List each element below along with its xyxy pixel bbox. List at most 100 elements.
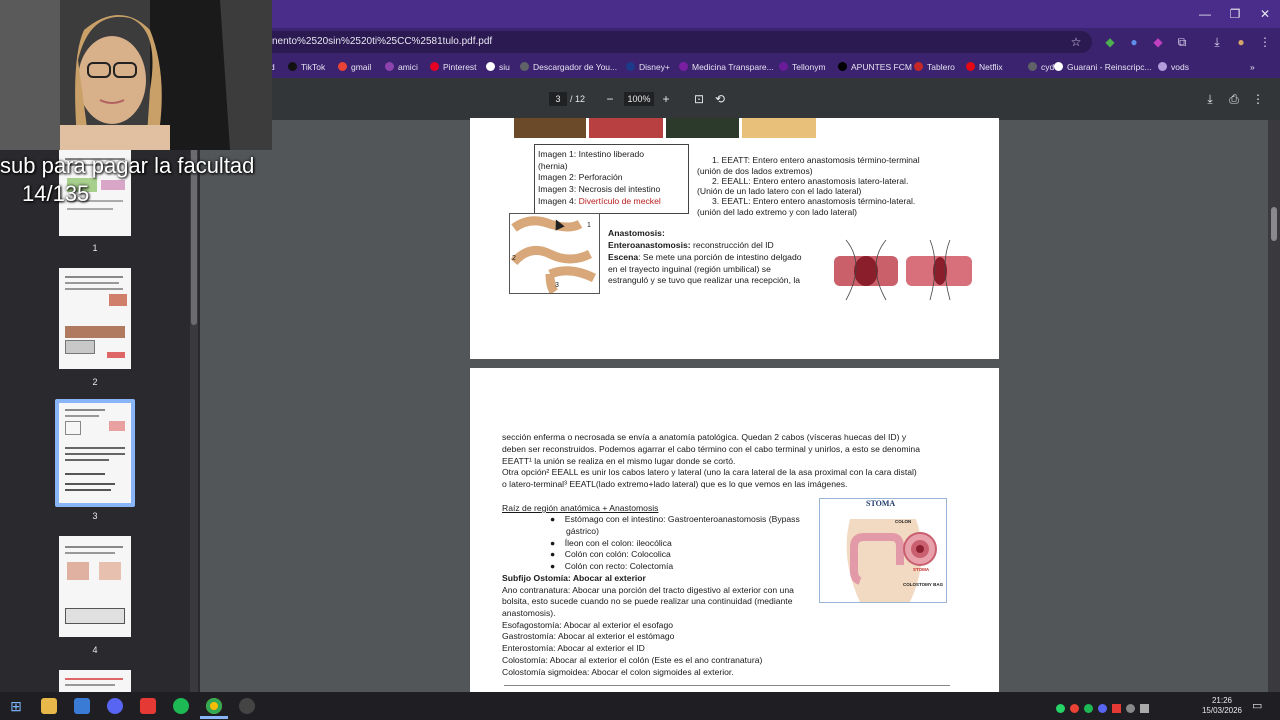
bookmark-item[interactable]: Medicina Transpare... — [679, 60, 774, 74]
store-icon[interactable] — [74, 698, 90, 714]
stoma-label: COLON — [895, 519, 912, 524]
text-line: Enteroanastomosis: reconstrucción del ID — [608, 240, 774, 250]
bookmark-item[interactable]: Netflix — [966, 60, 1003, 74]
zoom-out-button[interactable]: − — [602, 91, 618, 107]
bookmark-icon — [914, 62, 923, 71]
bookmark-item[interactable]: siu — [486, 60, 510, 74]
bookmark-label: Tellonym — [792, 62, 826, 72]
text-line: Colostomía: Abocar al exterior el colón … — [502, 655, 763, 665]
app-icon[interactable] — [107, 698, 123, 714]
active-indicator — [200, 716, 228, 719]
section-heading: Subfijo Ostomía: Abocar al exterior — [502, 573, 646, 583]
zoom-in-button[interactable]: + — [658, 91, 674, 107]
bookmark-label: amici — [398, 62, 418, 72]
print-icon[interactable]: ⎙ — [1226, 91, 1242, 107]
bookmark-label: siu — [499, 62, 510, 72]
zoom-input[interactable]: 100% — [624, 92, 654, 106]
close-button[interactable]: ✕ — [1250, 4, 1280, 24]
download-icon[interactable]: ⤓ — [1202, 91, 1218, 107]
thumbnail-number: 2 — [92, 377, 98, 387]
viewer-scroll-thumb[interactable] — [1271, 207, 1277, 241]
notification-icon[interactable]: ▭ — [1252, 699, 1262, 712]
figure-label: 1 — [587, 222, 591, 229]
bookmarks-overflow-icon[interactable]: » — [1250, 60, 1255, 74]
bookmark-icon — [1054, 62, 1063, 71]
app-icon[interactable] — [140, 698, 156, 714]
text-line: Gastrostomía: Abocar al exterior el estó… — [502, 631, 675, 641]
bookmark-label: vods — [1171, 62, 1189, 72]
bookmark-item[interactable]: Pinterest — [430, 60, 477, 74]
rotate-icon[interactable]: ⟲ — [712, 91, 728, 107]
bookmark-item[interactable]: Guarani - Reinscripc... — [1054, 60, 1152, 74]
bookmark-item[interactable]: cyd — [1028, 60, 1054, 74]
bookmark-label: APUNTES FCM — [851, 62, 912, 72]
overlay-counter: 14/135 — [22, 181, 90, 206]
stream-overlay-text: sub para pagar la facultad 14/135 — [0, 152, 254, 208]
bookmark-item[interactable]: vods — [1158, 60, 1189, 74]
download-icon[interactable]: ⤓ — [1209, 34, 1225, 50]
bookmark-item[interactable]: gmail — [338, 60, 371, 74]
bookmark-item[interactable]: TikTok — [288, 60, 325, 74]
bookmark-label: Disney+ — [639, 62, 670, 72]
text-line: Colostomía sigmoidea: Abocar el colon si… — [502, 667, 734, 677]
avatar[interactable]: ● — [1233, 34, 1249, 50]
menu-icon[interactable]: ⋮ — [1257, 34, 1273, 50]
shield-icon[interactable]: ◆ — [1102, 34, 1118, 50]
fit-page-icon[interactable]: ⊡ — [691, 91, 707, 107]
clock-time: 21:26 — [1211, 696, 1233, 705]
text-line: Escena: Se mete una porción de intestino… — [608, 252, 802, 262]
bookmark-icon — [520, 62, 529, 71]
restore-button[interactable]: ❐ — [1220, 4, 1250, 24]
caption-line: Imagen 4: Divertículo de meckel — [538, 196, 661, 206]
clock-date: 15/03/2026 — [1201, 706, 1243, 715]
anastomosis-heading: Anastomosis: — [608, 228, 665, 238]
paragraph-line: Otra opción² EEALL es unir los cabos lat… — [502, 467, 917, 477]
caption-line: Imagen 3: Necrosis del intestino — [538, 184, 661, 194]
bookmark-item[interactable]: Tablero — [914, 60, 955, 74]
windows-start-icon[interactable]: ⊞ — [8, 698, 24, 714]
bookmark-item[interactable]: amici — [385, 60, 418, 74]
bullet-item: gástrico) — [566, 526, 599, 536]
file-explorer-icon[interactable] — [41, 698, 57, 714]
bookmark-icon — [288, 62, 297, 71]
bullet-item: ● Colón con colón: Colocolica — [550, 549, 671, 559]
obs-icon[interactable] — [239, 698, 255, 714]
clock[interactable]: 21:26 15/03/2026 — [1200, 696, 1244, 716]
extension-icon[interactable]: ◆ — [1150, 34, 1166, 50]
text-line: bolsita, esto sucede cuando no se puede … — [502, 596, 793, 606]
extension-icon[interactable]: ● — [1126, 34, 1142, 50]
image-perforation — [589, 118, 663, 138]
thumbnail-page-5[interactable] — [59, 670, 131, 692]
minimize-button[interactable]: — — [1190, 4, 1220, 24]
stoma-label: COLOSTOMY BAG — [903, 582, 944, 587]
more-options-icon[interactable]: ⋮ — [1250, 91, 1266, 107]
thumbnail-page-3[interactable] — [59, 403, 131, 503]
page-number-input[interactable]: 3 — [549, 92, 567, 106]
bookmark-label: gmail — [351, 62, 372, 72]
paragraph-line: sección enferma o necrosada se envía a a… — [502, 432, 907, 442]
thumbnail-page-4[interactable] — [59, 536, 131, 637]
system-tray[interactable] — [1056, 700, 1186, 713]
puzzle-icon[interactable]: ⧉ — [1174, 34, 1190, 50]
bullet-item: ● Colón con recto: Colectomía — [550, 561, 674, 571]
chrome-icon[interactable] — [206, 698, 222, 714]
image-necrosis — [666, 118, 739, 138]
paragraph-line: deben ser reconstruidos. Podemos agarrar… — [502, 444, 920, 454]
viewer-scrollbar[interactable] — [1268, 120, 1280, 692]
bookmark-item[interactable]: Descargador de You... — [520, 60, 617, 74]
paragraph-line: o latero-terminal³ EEATL(lado extremo+la… — [502, 479, 848, 489]
bookmark-item[interactable]: Disney+ — [626, 60, 670, 74]
figure-label: 2 — [512, 255, 516, 262]
text-line: Enterostomía: Abocar al exterior el ID — [502, 643, 645, 653]
bookmark-label: Netflix — [979, 62, 1003, 72]
thumbnail-page-2[interactable] — [59, 268, 131, 369]
image-intestine — [514, 118, 586, 138]
page-total: / 12 — [570, 94, 586, 104]
spotify-icon[interactable] — [173, 698, 189, 714]
star-icon[interactable]: ☆ — [1068, 34, 1084, 50]
thumbnail-number: 3 — [92, 511, 98, 521]
bookmark-item[interactable]: APUNTES FCM — [838, 60, 912, 74]
bookmark-icon — [779, 62, 788, 71]
bookmark-item[interactable]: Tellonym — [779, 60, 826, 74]
address-bar[interactable]: nento%2520sin%2520ti%25CC%2581tulo.pdf.p… — [262, 31, 1092, 53]
